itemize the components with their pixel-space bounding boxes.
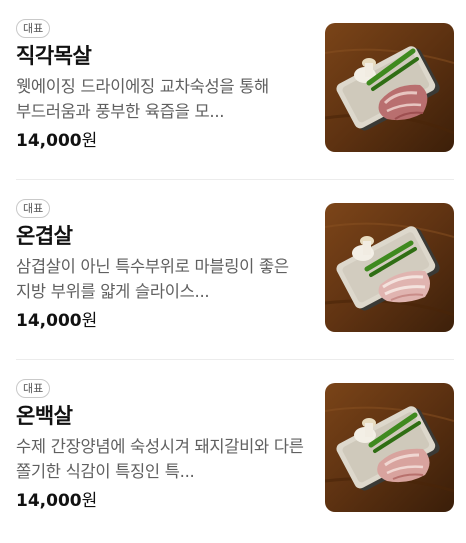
signature-badge: 대표 [16, 19, 51, 38]
price-unit: 원 [81, 311, 98, 331]
menu-item-description: 삼겹살이 아닌 특수부위로 마블링이 좋은 지방 부위를 얇게 슬라이스... [16, 257, 289, 301]
price-amount: 14,000 [16, 131, 82, 151]
menu-item-info: 대표 온겹살 삼겹살이 아닌 특수부위로 마블링이 좋은 지방 부위를 얇게 슬… [16, 197, 308, 333]
menu-item-info: 대표 직각목살 웻에이징 드라이에징 교차숙성을 통해 부드러움과 풍부한 육즙… [16, 17, 308, 153]
menu-list: 대표 직각목살 웻에이징 드라이에징 교차숙성을 통해 부드러움과 풍부한 육즙… [0, 0, 466, 543]
menu-item-description: 웻에이징 드라이에징 교차숙성을 통해 부드러움과 풍부한 육즙을 모... [16, 77, 269, 121]
menu-item[interactable]: 대표 온백살 수제 간장양념에 숙성시겨 돼지갈비와 다른 쫄기한 식감이 특징… [16, 360, 454, 540]
menu-item-name: 직각목살 [16, 44, 92, 68]
menu-item-photo[interactable] [325, 383, 454, 512]
menu-item-price: 14,000원 [16, 309, 308, 333]
menu-item-name: 온겹살 [16, 224, 73, 248]
menu-item-photo[interactable] [325, 23, 454, 152]
menu-item-name: 온백살 [16, 404, 73, 428]
signature-badge: 대표 [16, 379, 51, 398]
price-unit: 원 [81, 131, 98, 151]
menu-item-price: 14,000원 [16, 129, 308, 153]
price-amount: 14,000 [16, 491, 82, 511]
price-amount: 14,000 [16, 311, 82, 331]
menu-item-photo[interactable] [325, 203, 454, 332]
menu-item[interactable]: 대표 직각목살 웻에이징 드라이에징 교차숙성을 통해 부드러움과 풍부한 육즙… [16, 0, 454, 180]
menu-item-description: 수제 간장양념에 숙성시겨 돼지갈비와 다른 쫄기한 식감이 특징인 특... [16, 437, 304, 481]
menu-item-info: 대표 온백살 수제 간장양념에 숙성시겨 돼지갈비와 다른 쫄기한 식감이 특징… [16, 377, 308, 513]
menu-item[interactable]: 대표 온겹살 삼겹살이 아닌 특수부위로 마블링이 좋은 지방 부위를 얇게 슬… [16, 180, 454, 360]
signature-badge: 대표 [16, 199, 51, 218]
price-unit: 원 [81, 491, 98, 511]
menu-item-price: 14,000원 [16, 489, 308, 513]
